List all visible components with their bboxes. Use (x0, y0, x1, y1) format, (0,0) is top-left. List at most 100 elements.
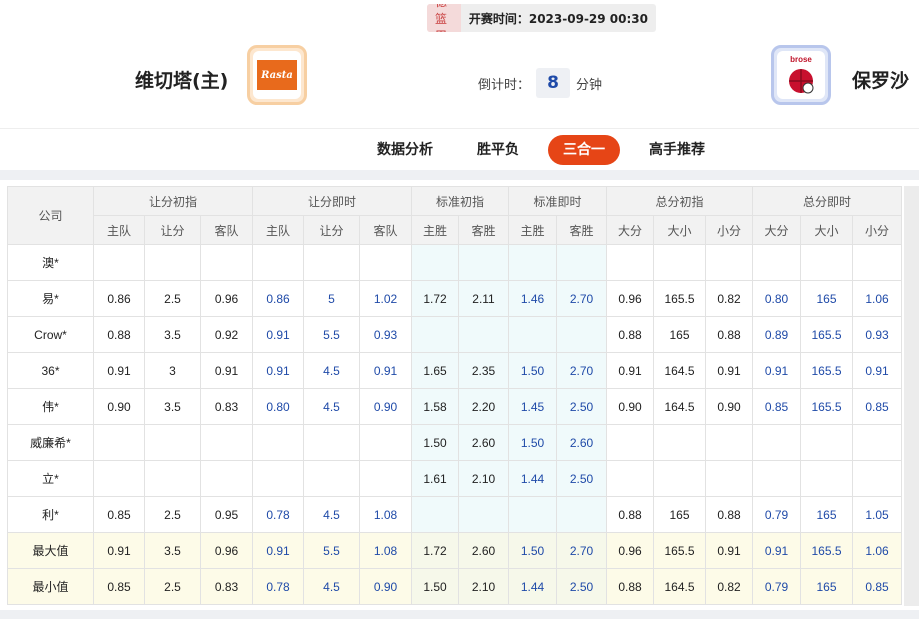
company-cell[interactable]: 36* (7, 352, 94, 389)
odds-cell: 1.72 (411, 280, 459, 317)
odds-cell: 165.5 (800, 532, 853, 569)
odds-cell (556, 316, 607, 353)
odds-cell: 0.85 (852, 388, 902, 425)
odds-cell: 0.88 (705, 496, 753, 533)
league-badge[interactable]: 德篮甲 (427, 4, 461, 32)
subheader-cell: 客胜 (556, 215, 607, 245)
company-cell[interactable]: 最大值 (7, 532, 94, 569)
table-row[interactable]: Crow* 0.88 3.5 0.92 0.91 5.5 0.93 0.88 165 0.88 0.… (7, 316, 902, 353)
group-header: 标准初指 (411, 186, 509, 216)
company-cell[interactable]: 利* (7, 496, 94, 533)
odds-cell (705, 460, 753, 497)
odds-cell: 0.85 (752, 388, 801, 425)
away-team-logo[interactable]: brose (771, 45, 831, 105)
tab-expert-picks[interactable]: 高手推荐 (639, 135, 715, 165)
table-row[interactable]: 利* 0.85 2.5 0.95 0.78 4.5 1.08 0.88 165 0.88 0.79 1… (7, 496, 902, 533)
odds-cell: 0.79 (752, 496, 801, 533)
company-header: 公司 (7, 186, 94, 245)
odds-cell: 3.5 (144, 388, 201, 425)
tab-win-draw-lose[interactable]: 胜平负 (462, 135, 534, 165)
subheader-cell: 让分 (144, 215, 201, 245)
odds-cell: 164.5 (653, 352, 706, 389)
odds-cell: 2.70 (556, 280, 607, 317)
odds-cell: 0.91 (93, 532, 145, 569)
odds-cell: 3 (144, 352, 201, 389)
table-row[interactable]: 伟* 0.90 3.5 0.83 0.80 4.5 0.90 1.58 2.20 1.45 2.50… (7, 388, 902, 425)
odds-cell: 1.44 (508, 460, 557, 497)
subheader-row: 主队 让分 客队 主队 让分 客队 主胜 客胜 主胜 客胜 大分 大小 小分 大分 大小 小分 (8, 215, 902, 245)
odds-cell (458, 496, 509, 533)
company-cell[interactable]: 立* (7, 460, 94, 497)
odds-cell: 165.5 (653, 532, 706, 569)
odds-cell: 4.5 (303, 496, 360, 533)
table-row[interactable]: 立* 1.61 2.10 1.44 2.50 (7, 460, 902, 497)
odds-body: 澳* 易* 0.86 2.5 0.96 0.86 5 1.02 1.72 2.11 1.46 2.70… (7, 244, 902, 605)
odds-cell: 2.11 (458, 280, 509, 317)
odds-cell: 2.60 (458, 424, 509, 461)
odds-cell: 0.90 (359, 568, 412, 605)
odds-cell: 0.93 (852, 316, 902, 353)
subheader-cell: 主队 (252, 215, 304, 245)
company-cell[interactable]: 最小值 (7, 568, 94, 605)
odds-cell: 0.78 (252, 496, 304, 533)
match-info-bar: 德篮甲 开赛时间：2023-09-29 00:30 (427, 4, 656, 32)
subheader-cell: 客胜 (458, 215, 509, 245)
odds-cell: 0.90 (606, 388, 654, 425)
table-row[interactable]: 36* 0.91 3 0.91 0.91 4.5 0.91 1.65 2.35 1.50 2.70 0… (7, 352, 902, 389)
odds-cell: 0.91 (705, 532, 753, 569)
odds-cell: 0.82 (705, 280, 753, 317)
table-row[interactable]: 易* 0.86 2.5 0.96 0.86 5 1.02 1.72 2.11 1.46 2.70 0.… (7, 280, 902, 317)
odds-cell: 0.85 (93, 496, 145, 533)
odds-cell: 0.91 (752, 352, 801, 389)
company-cell[interactable]: 伟* (7, 388, 94, 425)
odds-cell: 0.88 (93, 316, 145, 353)
odds-cell (144, 460, 201, 497)
section-gap (0, 170, 919, 180)
header-divider (0, 128, 919, 129)
odds-cell: 4.5 (303, 388, 360, 425)
kickoff-time: 开赛时间：2023-09-29 00:30 (468, 11, 648, 26)
odds-cell: 0.91 (752, 532, 801, 569)
odds-cell: 165.5 (800, 316, 853, 353)
odds-cell (705, 244, 753, 281)
odds-cell: 165 (800, 280, 853, 317)
odds-cell (458, 244, 509, 281)
tab-data-analysis[interactable]: 数据分析 (367, 135, 443, 165)
odds-cell: 1.06 (852, 280, 902, 317)
odds-cell: 2.60 (556, 424, 607, 461)
odds-cell: 0.88 (705, 316, 753, 353)
odds-cell (852, 244, 902, 281)
odds-cell (556, 244, 607, 281)
table-row[interactable]: 最小值 0.85 2.5 0.83 0.78 4.5 0.90 1.50 2.10 1.44 2.5… (7, 568, 902, 605)
company-cell[interactable]: 澳* (7, 244, 94, 281)
home-team-logo[interactable]: Rasta (247, 45, 307, 105)
odds-cell: 0.86 (93, 280, 145, 317)
home-team-name[interactable]: 维切塔(主) (135, 66, 228, 93)
odds-cell: 1.02 (359, 280, 412, 317)
company-cell[interactable]: 威廉希* (7, 424, 94, 461)
company-cell[interactable]: Crow* (7, 316, 94, 353)
table-row[interactable]: 威廉希* 1.50 2.60 1.50 2.60 (7, 424, 902, 461)
table-row[interactable]: 澳* (7, 244, 902, 281)
odds-cell (144, 424, 201, 461)
odds-cell (411, 244, 459, 281)
odds-cell (303, 244, 360, 281)
odds-cell: 0.91 (252, 532, 304, 569)
odds-cell: 3.5 (144, 316, 201, 353)
table-row[interactable]: 最大值 0.91 3.5 0.96 0.91 5.5 1.08 1.72 2.60 1.50 2.7… (7, 532, 902, 569)
odds-cell: 2.10 (458, 568, 509, 605)
odds-cell: 165.5 (800, 388, 853, 425)
odds-cell: 1.08 (359, 532, 412, 569)
odds-cell (200, 244, 253, 281)
scroll-edge (904, 186, 919, 606)
odds-cell (200, 460, 253, 497)
tab-three-in-one[interactable]: 三合一 (548, 135, 620, 165)
subheader-cell: 大小 (800, 215, 853, 245)
odds-cell (752, 460, 801, 497)
odds-cell: 1.50 (508, 352, 557, 389)
company-cell[interactable]: 易* (7, 280, 94, 317)
odds-cell: 1.65 (411, 352, 459, 389)
away-team-name[interactable]: 保罗沙 (852, 66, 909, 93)
odds-cell (359, 460, 412, 497)
odds-cell (252, 244, 304, 281)
